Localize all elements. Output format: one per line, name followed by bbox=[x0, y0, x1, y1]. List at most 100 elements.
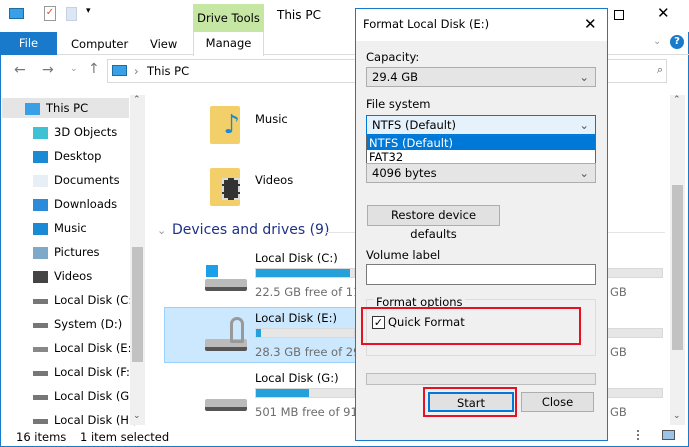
sidebar-item[interactable]: This PC bbox=[46, 97, 88, 119]
sidebar-item[interactable]: Videos bbox=[54, 265, 92, 287]
selection-count: 1 item selected bbox=[80, 430, 170, 444]
allocation-size-select[interactable]: 4096 bytes ⌄ bbox=[366, 163, 596, 183]
folder-videos[interactable]: Videos bbox=[205, 160, 305, 215]
collapse-group-icon[interactable]: ⌄ bbox=[157, 224, 166, 237]
sidebar-item[interactable]: Local Disk (G:) bbox=[54, 385, 138, 407]
chevron-down-icon: ⌄ bbox=[579, 118, 589, 132]
drive-usage-fill bbox=[256, 269, 351, 277]
drive-icon bbox=[205, 399, 247, 411]
tab-file[interactable]: File bbox=[0, 32, 57, 55]
properties-icon[interactable]: ✓ bbox=[44, 6, 56, 21]
close-button[interactable]: Close bbox=[521, 392, 594, 412]
dialog-close-button[interactable]: ✕ bbox=[584, 15, 597, 33]
folder-label: Music bbox=[255, 112, 288, 126]
group-header[interactable]: Devices and drives (9) bbox=[172, 222, 329, 238]
capacity-value: 29.4 GB bbox=[372, 70, 419, 84]
scroll-up-icon[interactable]: ⌃ bbox=[133, 95, 141, 105]
forward-button[interactable]: → bbox=[42, 62, 54, 78]
format-dialog: Format Local Disk (E:) ✕ Capacity: 29.4 … bbox=[355, 8, 608, 441]
restore-defaults-button[interactable]: Restore device defaults bbox=[367, 205, 500, 241]
scroll-down-icon[interactable]: ⌄ bbox=[133, 411, 141, 421]
scroll-thumb[interactable] bbox=[672, 185, 683, 350]
breadcrumb-this-pc[interactable]: This PC bbox=[147, 64, 189, 78]
dialog-title: Format Local Disk (E:) bbox=[356, 9, 607, 41]
sidebar-item[interactable]: Local Disk (F:) bbox=[54, 361, 134, 383]
drive-usage-fill bbox=[256, 329, 261, 337]
sidebar-item[interactable]: Music bbox=[54, 217, 87, 239]
close-window-button[interactable]: ✕ bbox=[657, 4, 670, 22]
sidebar-item[interactable]: Pictures bbox=[54, 241, 100, 263]
scroll-down-icon[interactable]: ⌄ bbox=[673, 411, 681, 421]
content-scrollbar[interactable]: ⌃ ⌄ bbox=[670, 95, 685, 425]
search-icon[interactable]: ⌕ bbox=[657, 63, 663, 77]
drive-name[interactable]: Local Disk (E:) bbox=[255, 311, 337, 325]
up-button[interactable]: ↑ bbox=[88, 61, 100, 77]
video-icon bbox=[33, 271, 48, 283]
window-title: This PC bbox=[277, 8, 321, 22]
sidebar-item[interactable]: Downloads bbox=[54, 193, 117, 215]
sidebar-item[interactable]: System (D:) bbox=[54, 313, 122, 335]
document-icon bbox=[33, 175, 48, 187]
file-system-select[interactable]: NTFS (Default) ⌄ bbox=[366, 115, 596, 135]
desktop-icon bbox=[33, 151, 48, 163]
help-icon[interactable]: ? bbox=[670, 35, 684, 49]
file-system-dropdown-list: NTFS (Default) FAT32 bbox=[366, 135, 596, 164]
new-folder-icon[interactable] bbox=[66, 7, 77, 21]
this-pc-icon bbox=[9, 8, 24, 19]
sidebar-item[interactable]: Local Disk (E:) bbox=[54, 337, 136, 359]
chevron-down-icon: ⌄ bbox=[579, 70, 589, 84]
recent-locations-icon[interactable]: ⌄ bbox=[70, 64, 78, 74]
tab-view[interactable]: View bbox=[150, 37, 177, 51]
volume-label-input[interactable] bbox=[366, 264, 596, 285]
tab-computer[interactable]: Computer bbox=[71, 37, 128, 51]
tab-manage[interactable]: Manage bbox=[193, 32, 264, 56]
file-system-value: NTFS (Default) bbox=[372, 118, 456, 132]
drive-free-space: 22.5 GB free of 111 bbox=[255, 285, 368, 299]
drive-free-space: 501 MB free of 917 bbox=[255, 405, 366, 419]
drive-usage-fill bbox=[256, 389, 309, 397]
sidebar-item[interactable]: Documents bbox=[54, 169, 120, 191]
capacity-select[interactable]: 29.4 GB ⌄ bbox=[366, 67, 596, 87]
option-fat32[interactable]: FAT32 bbox=[367, 150, 595, 164]
drive-usage-bar bbox=[255, 268, 355, 278]
back-button[interactable]: ← bbox=[14, 62, 26, 78]
sidebar-item[interactable]: Local Disk (C:) bbox=[54, 289, 137, 311]
folder-music[interactable]: ♪ Music bbox=[205, 98, 305, 153]
expand-ribbon-icon[interactable]: ⌄ bbox=[653, 36, 661, 47]
video-folder-icon bbox=[210, 168, 240, 206]
quick-format-checkbox[interactable]: ✓ bbox=[372, 316, 385, 329]
drive-usage-bar-remainder bbox=[607, 388, 663, 398]
sidebar-scrollbar[interactable]: ⌃ ⌄ bbox=[130, 95, 145, 425]
cube-icon bbox=[33, 127, 48, 139]
allocation-size-value: 4096 bytes bbox=[372, 166, 437, 180]
music-folder-icon: ♪ bbox=[210, 106, 240, 144]
scroll-up-icon[interactable]: ⌃ bbox=[673, 95, 681, 105]
drive-tools-context-tab: Drive Tools bbox=[193, 4, 264, 32]
drive-size-suffix: GB bbox=[610, 345, 627, 359]
drive-name[interactable]: Local Disk (G:) bbox=[255, 371, 339, 385]
scroll-thumb[interactable] bbox=[132, 247, 143, 362]
drive-usage-bar bbox=[255, 328, 355, 338]
picture-icon bbox=[33, 247, 48, 259]
chevron-down-icon: ⌄ bbox=[579, 166, 589, 180]
quick-format-label[interactable]: Quick Format bbox=[388, 315, 465, 329]
drive-size-suffix: GB bbox=[610, 405, 627, 419]
customize-toolbar-icon[interactable]: ▾ bbox=[86, 6, 91, 16]
maximize-button[interactable] bbox=[614, 10, 624, 20]
drive-name[interactable]: Local Disk (C:) bbox=[255, 251, 338, 265]
volume-label-label: Volume label bbox=[366, 248, 441, 262]
this-pc-icon bbox=[112, 65, 127, 76]
capacity-label: Capacity: bbox=[366, 50, 420, 64]
sidebar-item[interactable]: Desktop bbox=[54, 145, 101, 167]
music-icon bbox=[33, 223, 48, 235]
option-ntfs[interactable]: NTFS (Default) bbox=[367, 136, 595, 150]
item-count: 16 items bbox=[16, 430, 67, 444]
drive-icon bbox=[33, 371, 48, 376]
start-button[interactable]: Start bbox=[428, 392, 514, 412]
locked-drive-icon bbox=[33, 347, 48, 352]
drive-icon bbox=[33, 323, 48, 328]
windows-logo-icon bbox=[205, 264, 219, 278]
sidebar-item[interactable]: 3D Objects bbox=[54, 121, 117, 143]
drive-usage-bar-remainder bbox=[607, 268, 663, 278]
file-system-label: File system bbox=[366, 97, 431, 111]
